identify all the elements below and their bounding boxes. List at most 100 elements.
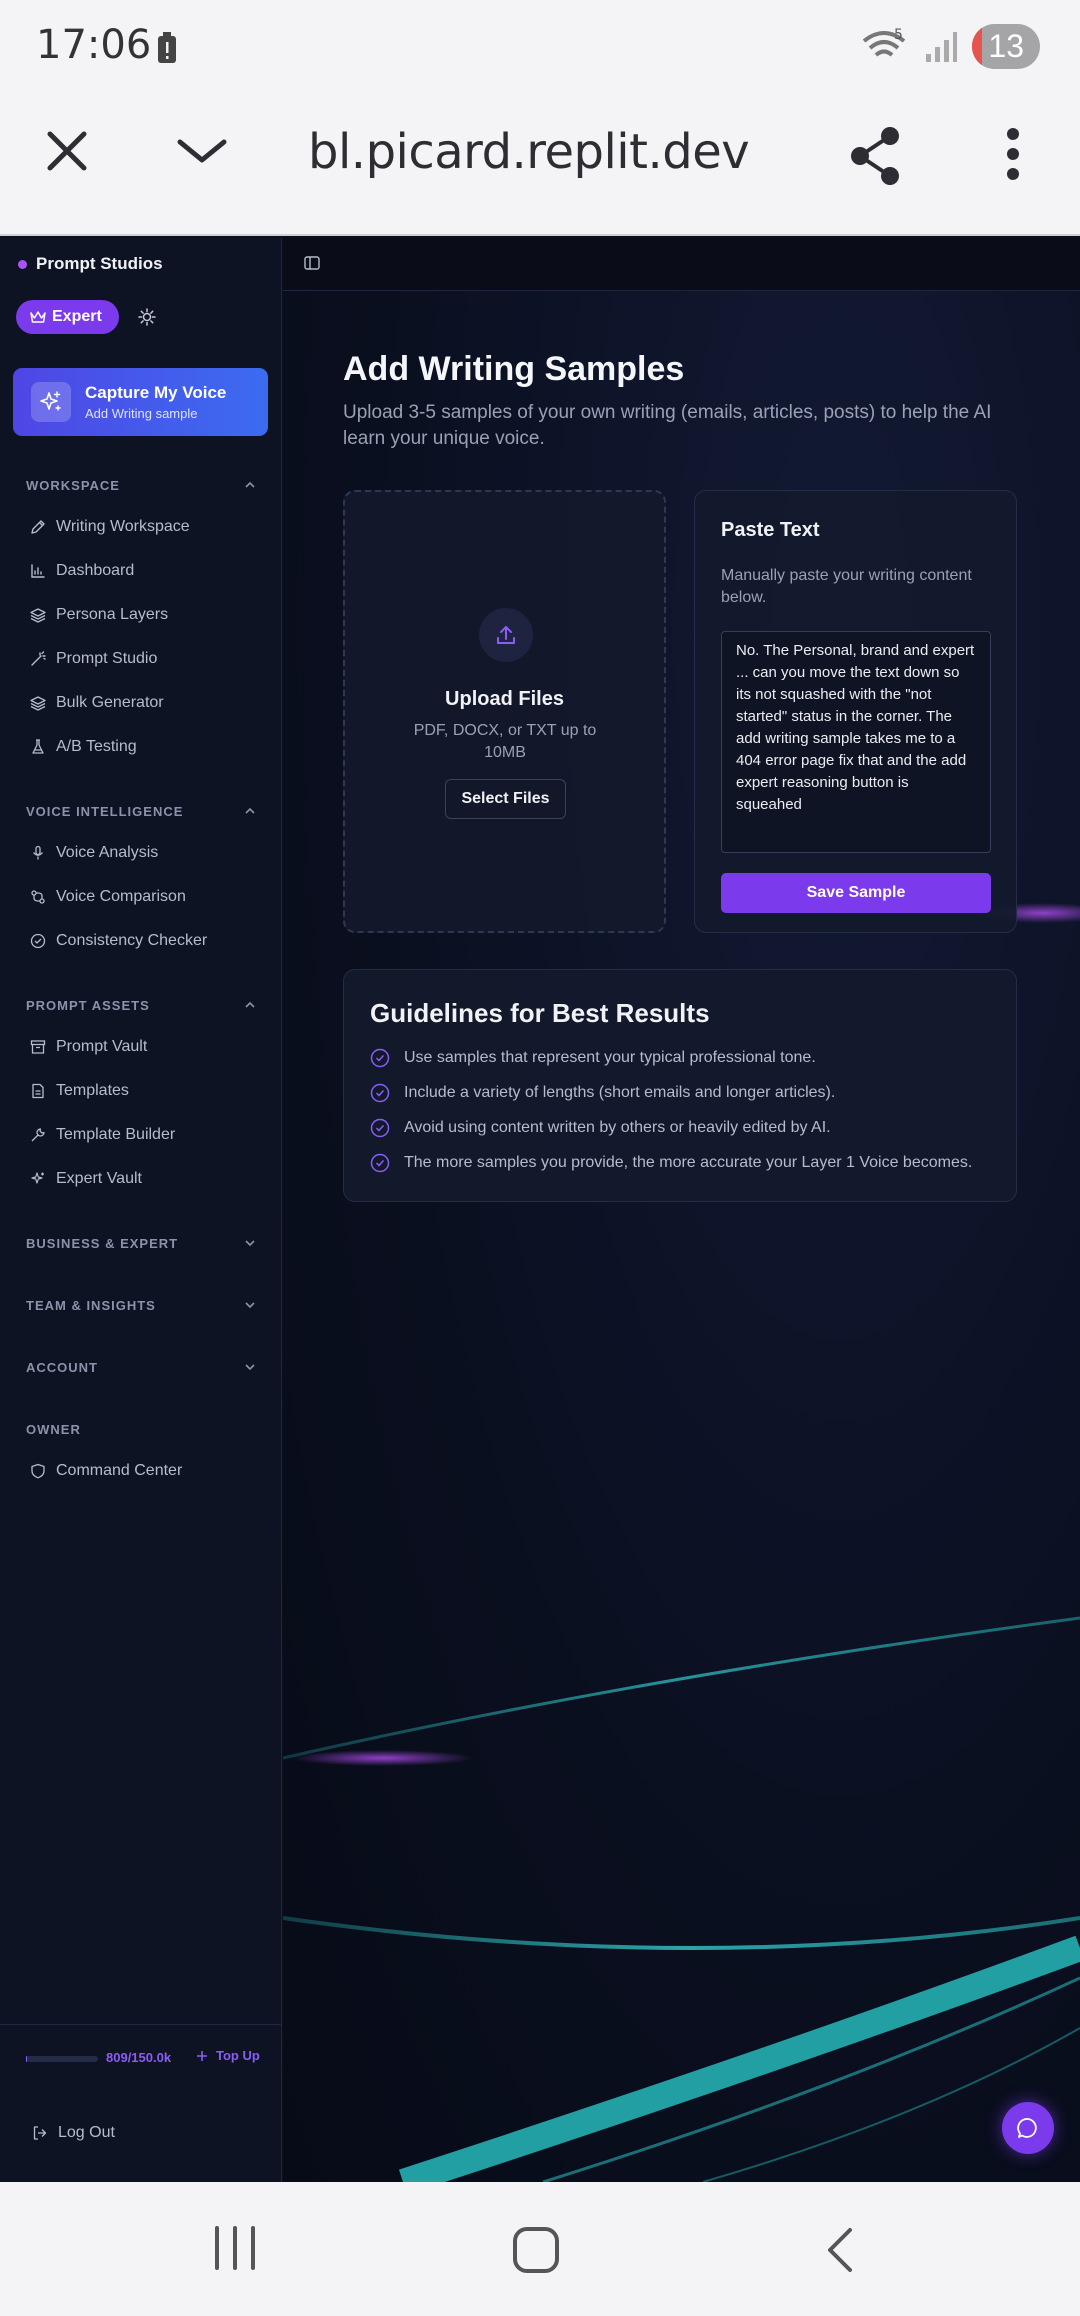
close-icon[interactable]: [42, 126, 92, 176]
chevron-down-icon: [245, 1364, 255, 1371]
upload-icon: [479, 608, 533, 662]
section-business-expert[interactable]: BUSINESS & EXPERT: [26, 1236, 256, 1251]
system-nav-bar: [0, 2182, 1080, 2316]
section-prompt-assets[interactable]: PROMPT ASSETS: [26, 998, 256, 1013]
pen-icon: [31, 520, 45, 534]
guideline-item: Avoid using content written by others or…: [370, 1118, 831, 1138]
sidebar-item-label: Command Center: [56, 1462, 183, 1479]
sun-icon[interactable]: [138, 308, 156, 326]
sidebar-item-writing-workspace[interactable]: Writing Workspace: [30, 512, 190, 542]
sidebar-item-label: Dashboard: [56, 562, 135, 579]
guidelines-title: Guidelines for Best Results: [370, 998, 710, 1028]
layers-icon: [30, 608, 46, 623]
panel-icon[interactable]: [303, 254, 321, 272]
sidebar-item-label: Expert Vault: [56, 1170, 142, 1187]
sparkles-icon: [31, 382, 71, 422]
section-account[interactable]: ACCOUNT: [26, 1360, 256, 1375]
guideline-item: Include a variety of lengths (short emai…: [370, 1083, 835, 1103]
capture-title: Capture My Voice: [85, 383, 227, 402]
more-vert-icon[interactable]: [1000, 126, 1026, 182]
sidebar-item-voice-comparison[interactable]: Voice Comparison: [30, 882, 186, 912]
guideline-text: Avoid using content written by others or…: [404, 1119, 831, 1136]
status-time: 17:06: [36, 22, 152, 68]
sidebar-item-voice-analysis[interactable]: Voice Analysis: [30, 838, 158, 868]
chevron-down-icon: [245, 1240, 255, 1247]
svg-text:5: 5: [894, 27, 903, 43]
sidebar-item-consistency-checker[interactable]: Consistency Checker: [30, 926, 207, 956]
plan-badge[interactable]: Expert: [16, 300, 119, 334]
chart-icon: [31, 564, 45, 578]
save-sample-button[interactable]: Save Sample: [721, 873, 991, 913]
paste-title: Paste Text: [721, 519, 820, 541]
main-header: [283, 238, 1080, 291]
sidebar: Prompt Studios Expert Capture My Voice A…: [0, 238, 282, 2182]
page-subtitle: Upload 3-5 samples of your own writing (…: [343, 402, 992, 449]
plan-badge-label: Expert: [52, 308, 102, 325]
url-text[interactable]: bl.picard.replit.dev: [308, 124, 750, 180]
brand[interactable]: Prompt Studios: [18, 254, 163, 274]
logout-button[interactable]: Log Out: [32, 2124, 115, 2142]
share-icon[interactable]: [848, 126, 904, 186]
compare-icon: [31, 890, 45, 904]
sidebar-item-dashboard[interactable]: Dashboard: [30, 556, 134, 586]
paste-textarea[interactable]: No. The Personal, brand and expert ... c…: [721, 631, 991, 853]
sidebar-item-persona-layers[interactable]: Persona Layers: [30, 600, 168, 630]
battery-alert-icon: [158, 32, 176, 63]
section-title: VOICE INTELLIGENCE: [26, 804, 184, 819]
mic-icon: [32, 845, 44, 860]
sidebar-item-ab-testing[interactable]: A/B Testing: [30, 732, 137, 762]
shield-icon: [31, 1463, 45, 1479]
sidebar-item-label: Persona Layers: [56, 606, 169, 623]
wand-icon: [31, 651, 46, 666]
sidebar-item-command-center[interactable]: Command Center: [30, 1456, 182, 1486]
chevron-down-icon: [245, 1302, 255, 1309]
file-icon: [32, 1083, 44, 1099]
home-icon[interactable]: [512, 2226, 560, 2274]
recent-apps-icon[interactable]: [212, 2226, 258, 2270]
section-voice-intelligence[interactable]: VOICE INTELLIGENCE: [26, 804, 256, 819]
logout-label: Log Out: [58, 2124, 115, 2141]
chat-button[interactable]: [1002, 2102, 1054, 2154]
sidebar-item-prompt-vault[interactable]: Prompt Vault: [30, 1032, 147, 1062]
archive-icon: [30, 1040, 46, 1054]
sidebar-item-label: Prompt Studio: [56, 650, 158, 667]
paste-subtitle: Manually paste your writing content belo…: [721, 567, 972, 606]
back-icon[interactable]: [820, 2226, 860, 2274]
chevron-down-icon[interactable]: [174, 126, 230, 176]
section-title: ACCOUNT: [26, 1360, 98, 1375]
select-files-button[interactable]: Select Files: [445, 779, 566, 819]
signal-icon: [926, 31, 958, 62]
sidebar-item-templates[interactable]: Templates: [30, 1076, 129, 1106]
sidebar-item-expert-vault[interactable]: Expert Vault: [30, 1164, 142, 1194]
check-circle-icon: [370, 1153, 390, 1173]
chat-icon: [1017, 2118, 1037, 2138]
upload-title: Upload Files: [445, 688, 564, 710]
sidebar-item-prompt-studio[interactable]: Prompt Studio: [30, 644, 157, 674]
sidebar-item-label: Template Builder: [56, 1126, 176, 1143]
sidebar-item-template-builder[interactable]: Template Builder: [30, 1120, 175, 1150]
guideline-text: The more samples you provide, the more a…: [404, 1154, 973, 1171]
notification-count-badge: 13: [972, 24, 1040, 69]
sidebar-item-label: Bulk Generator: [56, 694, 164, 711]
layers-icon: [30, 696, 46, 711]
section-workspace[interactable]: WORKSPACE: [26, 478, 256, 493]
capture-my-voice-button[interactable]: Capture My Voice Add Writing sample: [13, 368, 268, 436]
top-up-button[interactable]: Top Up: [196, 2048, 260, 2063]
sparkles-icon: [31, 1172, 44, 1184]
top-up-label: Top Up: [216, 2048, 260, 2063]
guideline-text: Include a variety of lengths (short emai…: [404, 1084, 836, 1101]
section-title: TEAM & INSIGHTS: [26, 1298, 156, 1313]
sidebar-item-label: Voice Comparison: [56, 888, 186, 905]
sidebar-item-label: A/B Testing: [56, 738, 137, 755]
section-title: BUSINESS & EXPERT: [26, 1236, 179, 1251]
upload-dropzone[interactable]: Upload Files PDF, DOCX, or TXT up to 10M…: [343, 490, 666, 933]
sidebar-item-label: Templates: [56, 1082, 129, 1099]
crown-icon: [30, 311, 46, 323]
chevron-up-icon: [245, 1001, 255, 1008]
guidelines-card: Guidelines for Best Results Use samples …: [343, 969, 1017, 1202]
section-owner: OWNER: [26, 1422, 256, 1437]
flask-icon: [32, 739, 44, 754]
check-circle-icon: [30, 933, 46, 949]
sidebar-item-bulk-generator[interactable]: Bulk Generator: [30, 688, 164, 718]
section-team-insights[interactable]: TEAM & INSIGHTS: [26, 1298, 256, 1313]
